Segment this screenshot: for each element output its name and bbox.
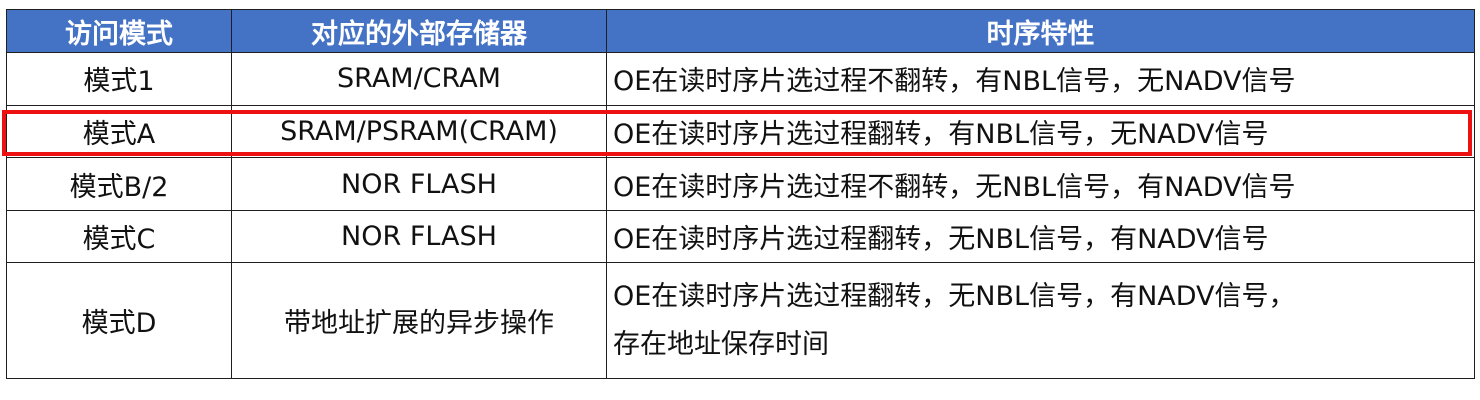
memory-cell: NOR FLASH <box>231 157 607 211</box>
memory-cell: NOR FLASH <box>231 209 607 264</box>
mode-cell: 模式C <box>6 209 232 264</box>
memory-cell: 带地址扩展的异步操作 <box>231 262 607 379</box>
table-row: 模式D 带地址扩展的异步操作 OE在读时序片选过程翻转，无NBL信号，有NADV… <box>6 262 1475 379</box>
timing-cell: OE在读时序片选过程不翻转，无NBL信号，有NADV信号 <box>606 157 1475 211</box>
header-external-memory: 对应的外部存储器 <box>231 9 607 53</box>
timing-cell: OE在读时序片选过程翻转，无NBL信号，有NADV信号 <box>606 209 1475 264</box>
timing-cell: OE在读时序片选过程翻转，有NBL信号，无NADV信号 <box>606 104 1475 159</box>
memory-cell: SRAM/CRAM <box>231 52 607 106</box>
table-row: 模式A SRAM/PSRAM(CRAM) OE在读时序片选过程翻转，有NBL信号… <box>6 104 1475 159</box>
access-mode-table: 访问模式 对应的外部存储器 时序特性 模式1 SRAM/CRAM OE在读时序片… <box>6 9 1475 379</box>
memory-cell: SRAM/PSRAM(CRAM) <box>231 104 607 159</box>
timing-line-2: 存在地址保存时间 <box>613 328 829 360</box>
table-row: 模式1 SRAM/CRAM OE在读时序片选过程不翻转，有NBL信号，无NADV… <box>6 52 1475 106</box>
header-row: 访问模式 对应的外部存储器 时序特性 <box>6 9 1475 53</box>
table-row: 模式C NOR FLASH OE在读时序片选过程翻转，无NBL信号，有NADV信… <box>6 209 1475 264</box>
mode-cell: 模式1 <box>6 52 232 106</box>
mode-cell: 模式D <box>6 262 232 379</box>
header-timing-characteristics: 时序特性 <box>606 9 1475 53</box>
mode-cell: 模式A <box>6 104 232 159</box>
timing-cell: OE在读时序片选过程不翻转，有NBL信号，无NADV信号 <box>606 52 1475 106</box>
header-access-mode: 访问模式 <box>6 9 232 53</box>
timing-cell: OE在读时序片选过程翻转，无NBL信号，有NADV信号， 存在地址保存时间 <box>606 262 1475 379</box>
table-row: 模式B/2 NOR FLASH OE在读时序片选过程不翻转，无NBL信号，有NA… <box>6 157 1475 211</box>
mode-cell: 模式B/2 <box>6 157 232 211</box>
timing-line-1: OE在读时序片选过程翻转，无NBL信号，有NADV信号， <box>613 280 1296 312</box>
